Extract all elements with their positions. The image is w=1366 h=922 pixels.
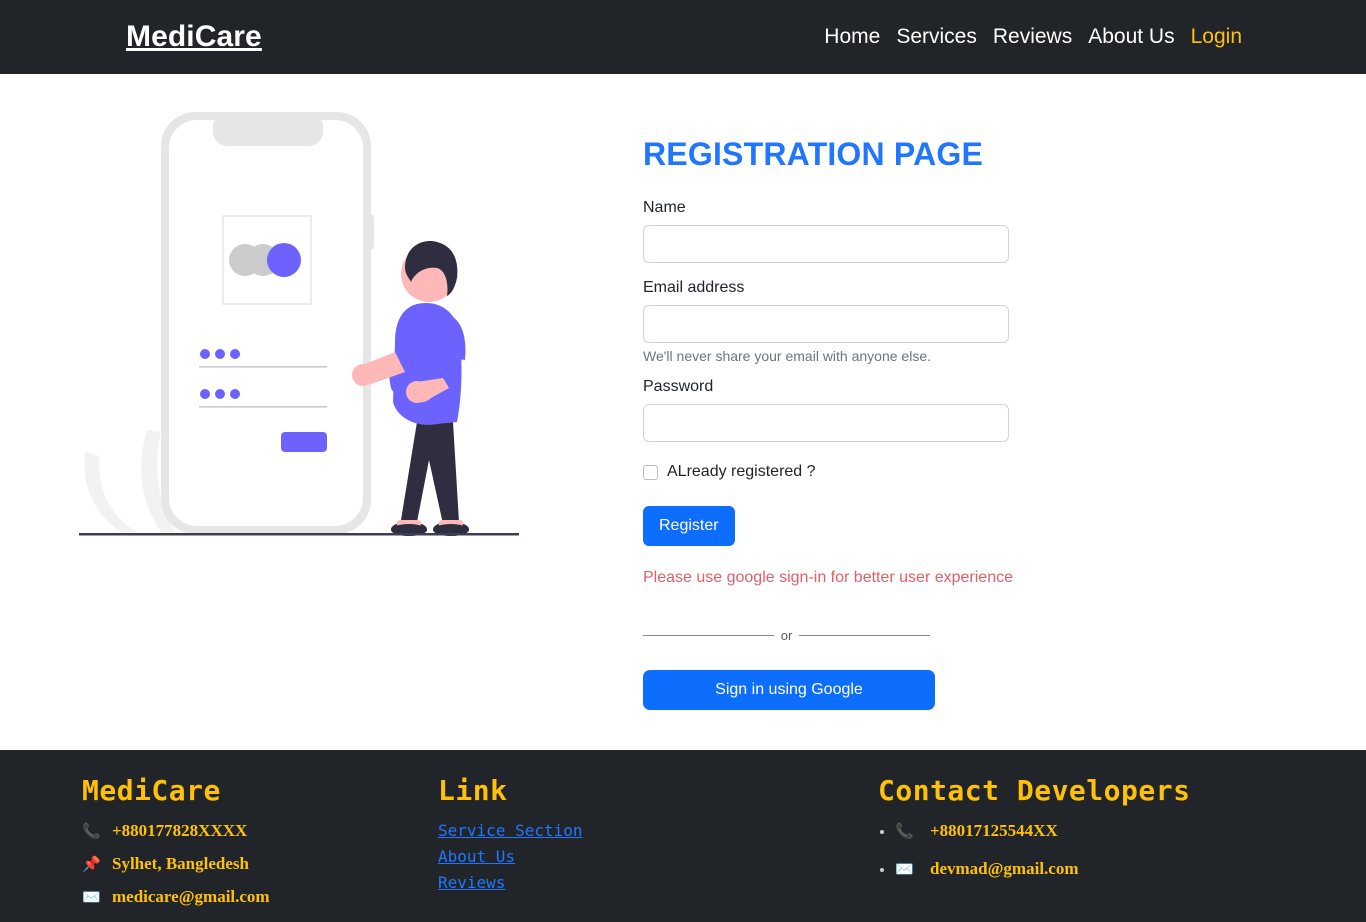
navbar-links: Home Services Reviews About Us Login [824,25,1242,49]
already-registered-row: ALready registered ? [643,463,1366,481]
or-divider: or [643,628,930,643]
google-signin-warning: Please use google sign-in for better use… [643,569,1013,586]
footer-link-about-us[interactable]: About Us [438,847,515,866]
footer-phone-value: +880177828XXXX [112,821,248,840]
registration-form: REGISTRATION PAGE Name Email address We'… [600,74,1366,750]
name-label: Name [643,199,686,216]
footer-link-column: Link Service Section About Us Reviews [420,774,850,922]
developer-phone-value: +88017125544XX [930,821,1058,840]
divider-line-left [643,635,774,636]
name-input[interactable] [643,225,1009,263]
footer-developer-column: Contact Developers 📞 +88017125544XX ✉️ d… [850,774,1366,922]
name-field-group: Name [643,199,1366,263]
page-footer: MediCare 📞 +880177828XXXX 📌 Sylhet, Bang… [0,750,1366,922]
nav-link-login[interactable]: Login [1191,25,1242,49]
password-field-group: Password [643,378,1366,442]
footer-address-value: Sylhet, Bangledesh [112,854,249,873]
list-item: Reviews [438,873,850,893]
email-label: Email address [643,279,745,296]
footer-contact-email: ✉️ medicare@gmail.com [82,887,420,907]
phone-icon: 📞 [895,822,914,840]
nav-link-services[interactable]: Services [896,25,977,49]
nav-link-home[interactable]: Home [824,25,880,49]
footer-brand-heading: MediCare [82,774,221,807]
footer-link-heading: Link [438,774,508,807]
top-navbar: MediCare Home Services Reviews About Us … [0,0,1366,74]
email-help-text: We'll never share your email with anyone… [643,348,931,364]
pin-icon: 📌 [82,855,101,873]
list-item: About Us [438,847,850,867]
footer-email-value: medicare@gmail.com [112,887,270,906]
divider-line-right [799,635,930,636]
page-title: REGISTRATION PAGE [643,136,984,172]
email-input[interactable] [643,305,1009,343]
phone-icon: 📞 [82,822,101,840]
envelope-icon: ✉️ [895,860,914,878]
password-label: Password [643,378,714,395]
register-button[interactable]: Register [643,506,735,546]
footer-developer-heading: Contact Developers [878,774,1191,807]
footer-contact-address: 📌 Sylhet, Bangledesh [82,854,420,874]
already-registered-label[interactable]: ALready registered ? [667,463,816,481]
main-content: REGISTRATION PAGE Name Email address We'… [0,74,1366,750]
envelope-icon: ✉️ [82,888,101,906]
email-field-group: Email address We'll never share your ema… [643,279,1366,364]
list-item: ✉️ devmad@gmail.com [895,859,1366,879]
list-item: Service Section [438,821,850,841]
nav-link-reviews[interactable]: Reviews [993,25,1072,49]
password-input[interactable] [643,404,1009,442]
list-item: 📞 +88017125544XX [895,821,1366,841]
footer-link-service-section[interactable]: Service Section [438,821,583,840]
footer-brand-column: MediCare 📞 +880177828XXXX 📌 Sylhet, Bang… [0,774,420,922]
footer-link-list: Service Section About Us Reviews [438,821,850,893]
footer-contact-phone: 📞 +880177828XXXX [82,821,420,841]
brand-logo[interactable]: MediCare [126,20,262,54]
footer-link-reviews[interactable]: Reviews [438,873,505,892]
google-signin-button[interactable]: Sign in using Google [643,670,935,710]
illustration-column [0,74,600,750]
divider-label: or [780,628,793,643]
mobile-login-illustration [79,112,519,536]
already-registered-checkbox[interactable] [643,464,658,480]
footer-developer-list: 📞 +88017125544XX ✉️ devmad@gmail.com [850,821,1366,879]
nav-link-about-us[interactable]: About Us [1088,25,1174,49]
developer-email-value: devmad@gmail.com [930,859,1079,878]
